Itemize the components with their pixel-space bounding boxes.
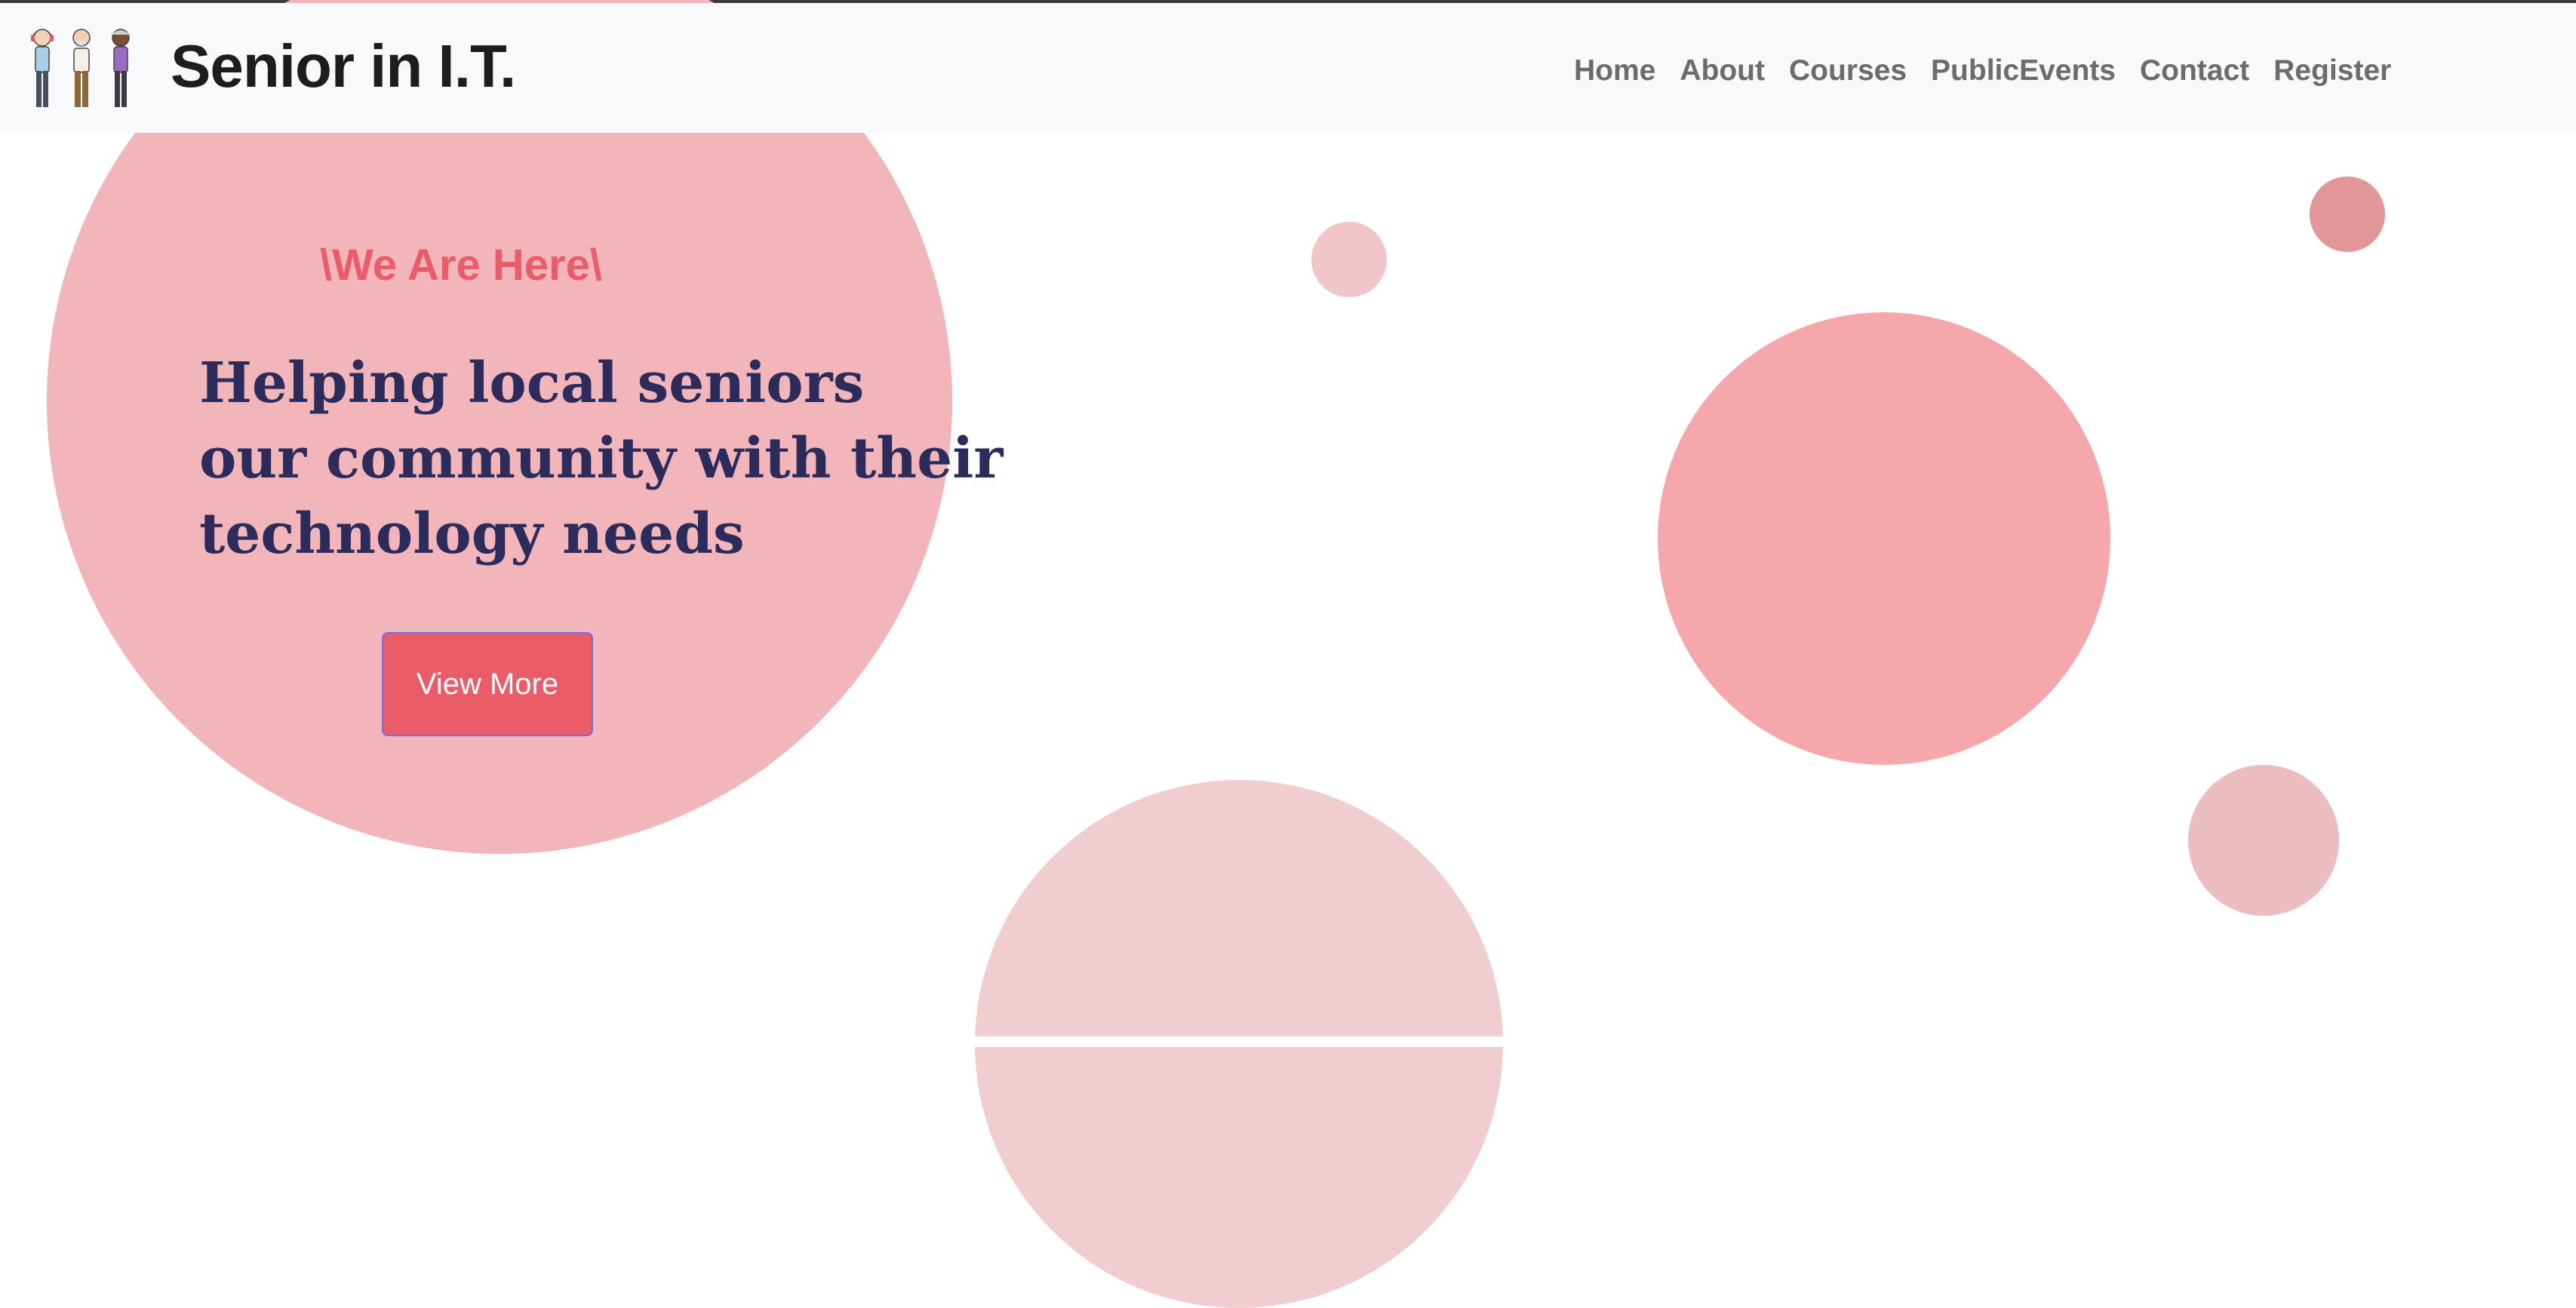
nav-link-courses[interactable]: Courses — [1789, 50, 1907, 92]
nav-link-public-events[interactable]: PublicEvents — [1931, 50, 2116, 92]
nav-link-home[interactable]: Home — [1574, 50, 1655, 92]
nav-link-register[interactable]: Register — [2273, 50, 2391, 92]
view-more-button[interactable]: View More — [382, 632, 593, 736]
main-nav: Home About Courses PublicEvents Contact … — [1574, 50, 2391, 92]
decorative-circle-small-top — [1311, 222, 1387, 297]
page-bottom-edge — [0, 1036, 2576, 1047]
hero-tagline: \We Are Here\ — [320, 241, 602, 290]
navbar: Senior in I.T. Home About Courses Public… — [0, 3, 2576, 133]
hero-headline-line: Helping local seniors — [199, 351, 865, 416]
decorative-circle-top-right — [2310, 177, 2385, 252]
nav-link-contact[interactable]: Contact — [2140, 50, 2249, 92]
decorative-circle-large-right — [1658, 312, 2110, 765]
hero-headline-line: technology needs — [199, 502, 745, 566]
senior-people-logo-icon[interactable] — [23, 26, 143, 112]
hero-headline: Helping local seniors our community with… — [199, 345, 1004, 572]
nav-link-about[interactable]: About — [1680, 50, 1765, 92]
hero-headline-line: our community with their — [199, 426, 1004, 491]
brand-title[interactable]: Senior in I.T. — [171, 32, 516, 101]
decorative-circle-mid-right — [2188, 765, 2339, 916]
